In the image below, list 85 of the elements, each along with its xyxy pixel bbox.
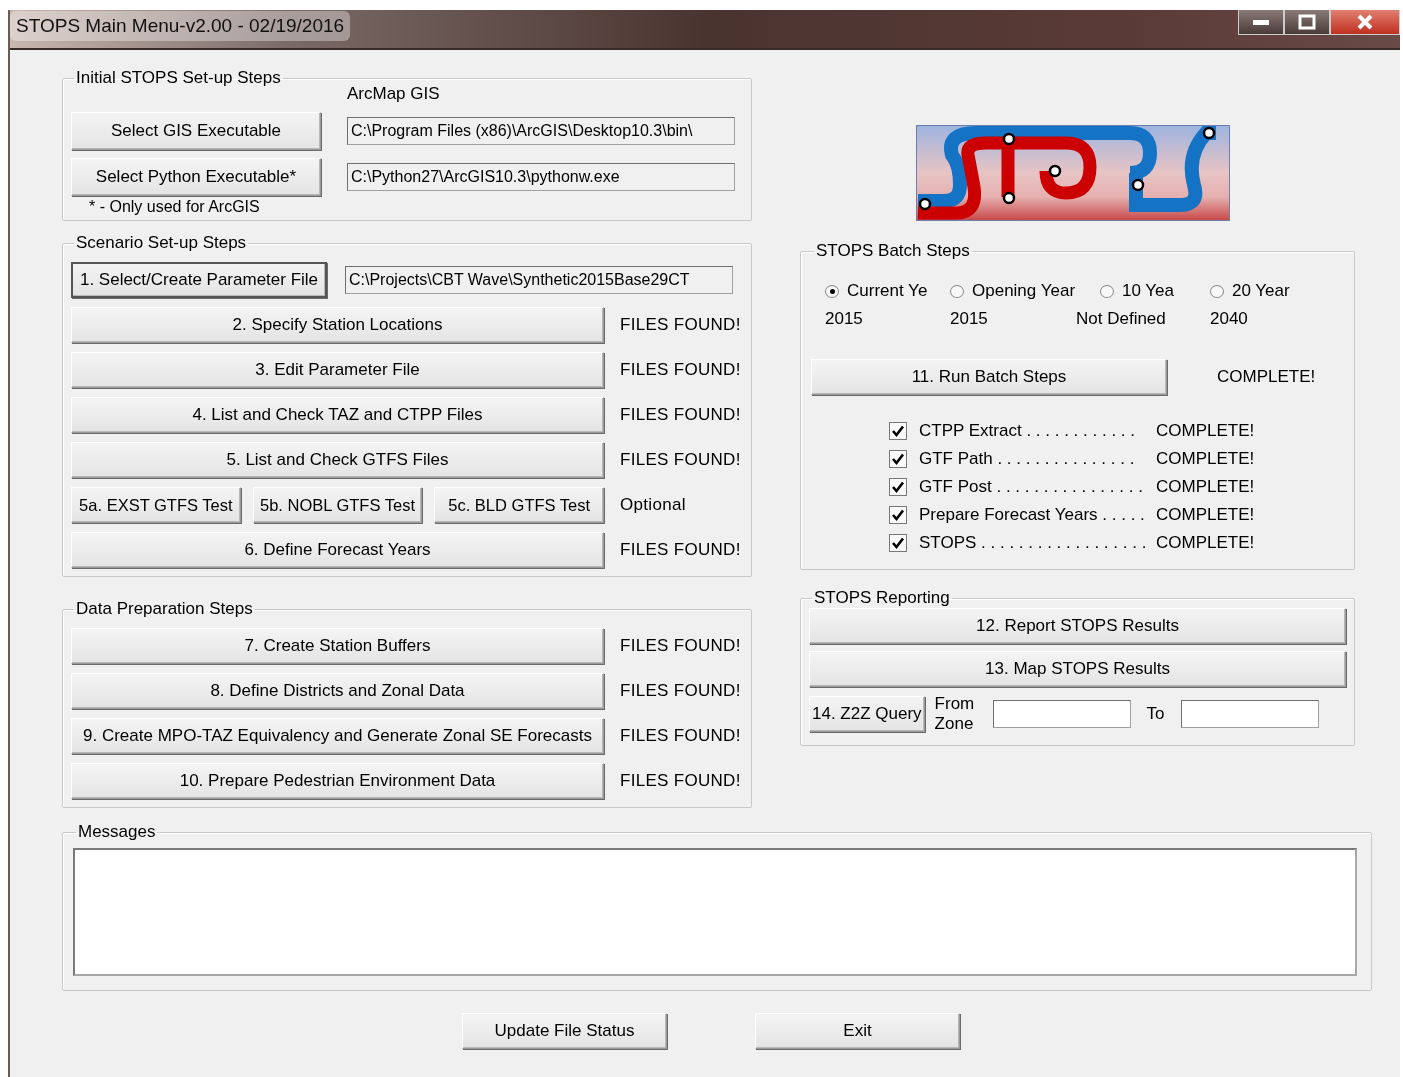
radio-label: Opening Year [972, 281, 1076, 301]
check-icon [891, 480, 905, 494]
group-title: Messages [77, 822, 157, 842]
year-value: 2040 [1209, 309, 1249, 329]
window-title: STOPS Main Menu-v2.00 - 02/19/2016 [10, 11, 351, 41]
year-radio[interactable]: Current Ye [811, 281, 936, 301]
close-icon [1356, 14, 1374, 30]
select-button[interactable]: Select GIS Executable [71, 112, 321, 150]
step-button[interactable]: 8. Define Districts and Zonal Data [71, 673, 604, 709]
step-button[interactable]: 5. List and Check GTFS Files [71, 442, 604, 478]
checkbox[interactable] [889, 478, 907, 496]
year-radio[interactable]: 10 Yea [1086, 281, 1196, 301]
radio-label: 10 Yea [1122, 281, 1174, 301]
run-batch-button[interactable]: 11. Run Batch Steps [811, 359, 1167, 395]
step-button[interactable]: 2. Specify Station Locations [71, 307, 604, 343]
group-title: Scenario Set-up Steps [75, 233, 248, 253]
status-text: FILES FOUND! [620, 771, 741, 791]
status-text: Optional [620, 495, 686, 515]
checkbox[interactable] [889, 450, 907, 468]
maximize-icon [1298, 14, 1316, 30]
year-radio[interactable]: Opening Year [936, 281, 1086, 301]
year-radio[interactable]: 20 Year [1196, 281, 1316, 301]
checkbox-label: CTPP Extract . . . . . . . . . . . . [919, 421, 1136, 441]
step-button[interactable]: 3. Edit Parameter File [71, 352, 604, 388]
field-label: From Zone [934, 694, 976, 735]
checkbox[interactable] [889, 506, 907, 524]
footer-button[interactable]: Exit [755, 1013, 960, 1049]
path-field[interactable]: C:\Projects\CBT Wave\Synthetic2015Base29CT [345, 266, 733, 294]
group-title: Initial STOPS Set-up Steps [75, 68, 282, 88]
test-button[interactable]: 5a. EXST GTFS Test [71, 487, 241, 523]
status-text: FILES FOUND! [620, 681, 741, 701]
step-button[interactable]: 10. Prepare Pedestrian Environment Data [71, 763, 604, 799]
check-icon [891, 452, 905, 466]
path-field[interactable]: C:\Python27\ArcGIS10.3\pythonw.exe [347, 163, 735, 191]
checkbox-label: GTF Path . . . . . . . . . . . . . . . [919, 449, 1136, 469]
status-text: COMPLETE! [1156, 533, 1255, 553]
status-text: FILES FOUND! [620, 726, 741, 746]
status-text: FILES FOUND! [620, 360, 741, 380]
step-button[interactable]: 7. Create Station Buffers [71, 628, 604, 664]
field-heading: ArcMap GIS [347, 84, 441, 104]
check-icon [891, 424, 905, 438]
test-button[interactable]: 5b. NOBL GTFS Test [252, 487, 423, 523]
parameter-file-button[interactable]: 1. Select/Create Parameter File [71, 262, 327, 298]
field-label: To [1145, 704, 1166, 725]
to-zone-field[interactable] [1180, 700, 1319, 729]
report-button[interactable]: 13. Map STOPS Results [809, 651, 1346, 687]
status-text: COMPLETE! [1156, 477, 1255, 497]
radio-label: Current Ye [847, 281, 928, 301]
select-button[interactable]: Select Python Executable* [71, 158, 321, 196]
minimize-icon [1252, 18, 1270, 26]
group-title: STOPS Reporting [813, 588, 951, 608]
status-text: FILES FOUND! [620, 450, 741, 470]
status-text: COMPLETE! [1217, 367, 1316, 387]
footnote: * - Only used for ArcGIS [88, 198, 261, 216]
from-zone-field[interactable] [992, 700, 1131, 729]
status-text: FILES FOUND! [620, 315, 741, 335]
status-text: FILES FOUND! [620, 405, 741, 425]
report-button[interactable]: 12. Report STOPS Results [809, 608, 1346, 644]
year-value: 2015 [824, 309, 864, 329]
step-button[interactable]: 6. Define Forecast Years [71, 532, 604, 568]
radio-label: 20 Year [1232, 281, 1290, 301]
check-icon [891, 536, 905, 550]
checkbox[interactable] [889, 422, 907, 440]
group-title: Data Preparation Steps [75, 599, 254, 619]
group-title: STOPS Batch Steps [815, 241, 971, 261]
checkbox-label: GTF Post . . . . . . . . . . . . . . . . [919, 477, 1144, 497]
year-value: Not Defined [1076, 309, 1167, 329]
check-icon [891, 508, 905, 522]
checkbox-label: Prepare Forecast Years . . . . . [919, 505, 1146, 525]
status-text: COMPLETE! [1156, 421, 1255, 441]
minimize-button[interactable] [1238, 10, 1284, 35]
step-button[interactable]: 9. Create MPO-TAZ Equivalency and Generate Zonal SE Forecasts [71, 718, 604, 754]
step-button[interactable]: 4. List and Check TAZ and CTPP Files [71, 397, 604, 433]
close-button[interactable] [1330, 10, 1400, 35]
test-button[interactable]: 5c. BLD GTFS Test [434, 487, 604, 523]
path-field[interactable]: C:\Program Files (x86)\ArcGIS\Desktop10.3\bin\ [347, 117, 735, 145]
status-text: FILES FOUND! [620, 540, 741, 560]
status-text: COMPLETE! [1156, 449, 1255, 469]
status-text: FILES FOUND! [620, 636, 741, 656]
maximize-button[interactable] [1284, 10, 1330, 35]
status-text: COMPLETE! [1156, 505, 1255, 525]
checkbox-label: STOPS . . . . . . . . . . . . . . . . . . [919, 533, 1148, 553]
footer-button[interactable]: Update File Status [462, 1013, 667, 1049]
checkbox[interactable] [889, 534, 907, 552]
query-button[interactable]: 14. Z2Z Query [809, 696, 925, 733]
